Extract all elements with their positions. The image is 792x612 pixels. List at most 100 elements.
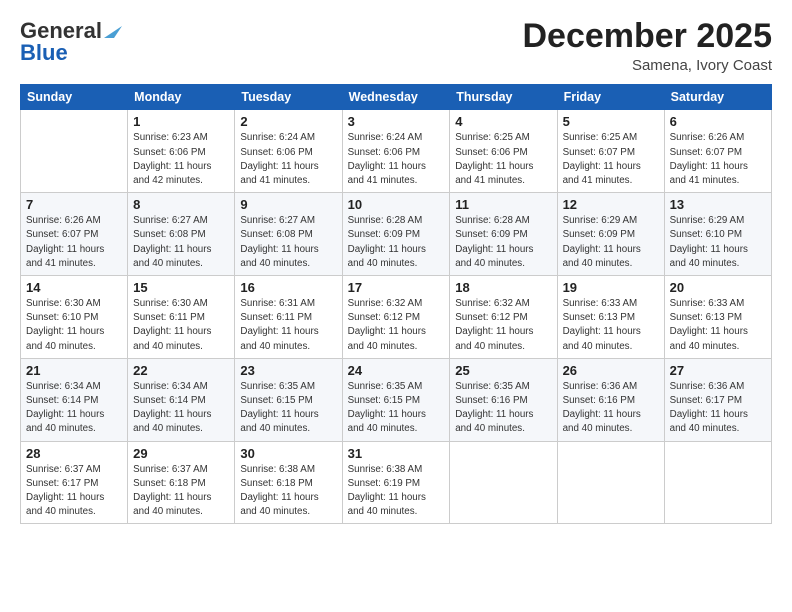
calendar-cell: 9 Sunrise: 6:27 AM Sunset: 6:08 PM Daylig… bbox=[235, 193, 342, 276]
calendar-cell: 8Sunrise: 6:27 AM Sunset: 6:08 PM Daylig… bbox=[128, 193, 235, 276]
calendar-cell: 11Sunrise: 6:28 AM Sunset: 6:09 PM Dayli… bbox=[450, 193, 557, 276]
calendar-cell: 26 Sunrise: 6:36 AM Sunset: 6:16 PM Dayli… bbox=[557, 358, 664, 441]
day-info: Sunrise: 6:25 AM Sunset: 6:07 PM Dayligh… bbox=[563, 131, 659, 188]
day-number: 22 bbox=[133, 363, 229, 378]
day-number: 24 bbox=[348, 363, 445, 378]
day-info: Sunrise: 6:26 AM Sunset: 6:07 PM Dayligh… bbox=[26, 214, 122, 271]
title-block: December 2025 Samena, Ivory Coast bbox=[522, 18, 772, 74]
day-number: 5 bbox=[563, 114, 659, 129]
day-number: 31 bbox=[348, 446, 445, 461]
day-info: Sunrise: 6:30 AM Sunset: 6:10 PM Dayligh… bbox=[26, 297, 122, 354]
calendar-cell: 2 Sunrise: 6:24 AM Sunset: 6:06 PM Daylig… bbox=[235, 110, 342, 193]
calendar-cell: 13Sunrise: 6:29 AM Sunset: 6:10 PM Dayli… bbox=[664, 193, 771, 276]
day-info: Sunrise: 6:34 AM Sunset: 6:14 PM Dayligh… bbox=[26, 380, 122, 437]
calendar-cell: 6 Sunrise: 6:26 AM Sunset: 6:07 PM Daylig… bbox=[664, 110, 771, 193]
day-info: Sunrise: 6:27 AM Sunset: 6:08 PM Dayligh… bbox=[133, 214, 229, 271]
day-number: 4 bbox=[455, 114, 551, 129]
calendar-cell: 10 Sunrise: 6:28 AM Sunset: 6:09 PM Dayli… bbox=[342, 193, 450, 276]
calendar-cell: 14 Sunrise: 6:30 AM Sunset: 6:10 PM Dayli… bbox=[21, 276, 128, 359]
day-number: 6 bbox=[670, 114, 766, 129]
day-info: Sunrise: 6:25 AM Sunset: 6:06 PM Dayligh… bbox=[455, 131, 551, 188]
calendar-cell: 30 Sunrise: 6:38 AM Sunset: 6:18 PM Dayli… bbox=[235, 441, 342, 524]
calendar-cell bbox=[21, 110, 128, 193]
calendar-cell: 7 Sunrise: 6:26 AM Sunset: 6:07 PM Daylig… bbox=[21, 193, 128, 276]
calendar-cell: 25 Sunrise: 6:35 AM Sunset: 6:16 PM Dayli… bbox=[450, 358, 557, 441]
calendar-cell: 19Sunrise: 6:33 AM Sunset: 6:13 PM Dayli… bbox=[557, 276, 664, 359]
day-info: Sunrise: 6:23 AM Sunset: 6:06 PM Dayligh… bbox=[133, 131, 229, 188]
day-info: Sunrise: 6:27 AM Sunset: 6:08 PM Dayligh… bbox=[240, 214, 336, 271]
day-number: 18 bbox=[455, 280, 551, 295]
month-title: December 2025 bbox=[522, 18, 772, 55]
calendar-cell: 28 Sunrise: 6:37 AM Sunset: 6:17 PM Dayli… bbox=[21, 441, 128, 524]
day-info: Sunrise: 6:33 AM Sunset: 6:13 PM Dayligh… bbox=[670, 297, 766, 354]
calendar-cell: 22 Sunrise: 6:34 AM Sunset: 6:14 PM Dayli… bbox=[128, 358, 235, 441]
day-info: Sunrise: 6:34 AM Sunset: 6:14 PM Dayligh… bbox=[133, 380, 229, 437]
week-row-1: 7 Sunrise: 6:26 AM Sunset: 6:07 PM Daylig… bbox=[21, 193, 772, 276]
calendar-cell: 24Sunrise: 6:35 AM Sunset: 6:15 PM Dayli… bbox=[342, 358, 450, 441]
week-row-2: 14 Sunrise: 6:30 AM Sunset: 6:10 PM Dayli… bbox=[21, 276, 772, 359]
day-number: 11 bbox=[455, 197, 551, 212]
calendar-cell: 1 Sunrise: 6:23 AM Sunset: 6:06 PM Daylig… bbox=[128, 110, 235, 193]
week-row-0: 1 Sunrise: 6:23 AM Sunset: 6:06 PM Daylig… bbox=[21, 110, 772, 193]
calendar-cell: 16 Sunrise: 6:31 AM Sunset: 6:11 PM Dayli… bbox=[235, 276, 342, 359]
location: Samena, Ivory Coast bbox=[522, 57, 772, 74]
day-number: 27 bbox=[670, 363, 766, 378]
day-info: Sunrise: 6:37 AM Sunset: 6:17 PM Dayligh… bbox=[26, 463, 122, 520]
calendar-cell: 20Sunrise: 6:33 AM Sunset: 6:13 PM Dayli… bbox=[664, 276, 771, 359]
calendar-cell: 21 Sunrise: 6:34 AM Sunset: 6:14 PM Dayli… bbox=[21, 358, 128, 441]
calendar: SundayMondayTuesdayWednesdayThursdayFrid… bbox=[20, 84, 772, 524]
day-number: 3 bbox=[348, 114, 445, 129]
day-number: 12 bbox=[563, 197, 659, 212]
week-row-3: 21 Sunrise: 6:34 AM Sunset: 6:14 PM Dayli… bbox=[21, 358, 772, 441]
day-number: 13 bbox=[670, 197, 766, 212]
day-info: Sunrise: 6:37 AM Sunset: 6:18 PM Dayligh… bbox=[133, 463, 229, 520]
header-wednesday: Wednesday bbox=[342, 85, 450, 110]
calendar-cell bbox=[664, 441, 771, 524]
day-number: 16 bbox=[240, 280, 336, 295]
calendar-cell: 15 Sunrise: 6:30 AM Sunset: 6:11 PM Dayli… bbox=[128, 276, 235, 359]
day-info: Sunrise: 6:28 AM Sunset: 6:09 PM Dayligh… bbox=[348, 214, 445, 271]
week-row-4: 28 Sunrise: 6:37 AM Sunset: 6:17 PM Dayli… bbox=[21, 441, 772, 524]
calendar-cell: 3Sunrise: 6:24 AM Sunset: 6:06 PM Daylig… bbox=[342, 110, 450, 193]
calendar-cell bbox=[450, 441, 557, 524]
day-number: 28 bbox=[26, 446, 122, 461]
day-info: Sunrise: 6:30 AM Sunset: 6:11 PM Dayligh… bbox=[133, 297, 229, 354]
day-number: 15 bbox=[133, 280, 229, 295]
logo-blue: Blue bbox=[20, 40, 68, 66]
day-info: Sunrise: 6:26 AM Sunset: 6:07 PM Dayligh… bbox=[670, 131, 766, 188]
day-info: Sunrise: 6:24 AM Sunset: 6:06 PM Dayligh… bbox=[240, 131, 336, 188]
calendar-cell: 4 Sunrise: 6:25 AM Sunset: 6:06 PM Daylig… bbox=[450, 110, 557, 193]
header-tuesday: Tuesday bbox=[235, 85, 342, 110]
calendar-cell: 5 Sunrise: 6:25 AM Sunset: 6:07 PM Daylig… bbox=[557, 110, 664, 193]
day-info: Sunrise: 6:38 AM Sunset: 6:19 PM Dayligh… bbox=[348, 463, 445, 520]
day-info: Sunrise: 6:32 AM Sunset: 6:12 PM Dayligh… bbox=[348, 297, 445, 354]
calendar-cell bbox=[557, 441, 664, 524]
day-info: Sunrise: 6:35 AM Sunset: 6:16 PM Dayligh… bbox=[455, 380, 551, 437]
day-number: 25 bbox=[455, 363, 551, 378]
day-number: 10 bbox=[348, 197, 445, 212]
day-number: 23 bbox=[240, 363, 336, 378]
header-monday: Monday bbox=[128, 85, 235, 110]
day-number: 2 bbox=[240, 114, 336, 129]
day-number: 21 bbox=[26, 363, 122, 378]
day-number: 29 bbox=[133, 446, 229, 461]
day-info: Sunrise: 6:29 AM Sunset: 6:09 PM Dayligh… bbox=[563, 214, 659, 271]
day-number: 14 bbox=[26, 280, 122, 295]
day-number: 9 bbox=[240, 197, 336, 212]
header-thursday: Thursday bbox=[450, 85, 557, 110]
calendar-cell: 23Sunrise: 6:35 AM Sunset: 6:15 PM Dayli… bbox=[235, 358, 342, 441]
day-number: 19 bbox=[563, 280, 659, 295]
day-number: 26 bbox=[563, 363, 659, 378]
calendar-cell: 17Sunrise: 6:32 AM Sunset: 6:12 PM Dayli… bbox=[342, 276, 450, 359]
calendar-cell: 18Sunrise: 6:32 AM Sunset: 6:12 PM Dayli… bbox=[450, 276, 557, 359]
day-number: 7 bbox=[26, 197, 122, 212]
header: General Blue December 2025 Samena, Ivory… bbox=[20, 18, 772, 74]
day-info: Sunrise: 6:31 AM Sunset: 6:11 PM Dayligh… bbox=[240, 297, 336, 354]
calendar-header-row: SundayMondayTuesdayWednesdayThursdayFrid… bbox=[21, 85, 772, 110]
calendar-cell: 12 Sunrise: 6:29 AM Sunset: 6:09 PM Dayli… bbox=[557, 193, 664, 276]
day-number: 1 bbox=[133, 114, 229, 129]
day-info: Sunrise: 6:38 AM Sunset: 6:18 PM Dayligh… bbox=[240, 463, 336, 520]
day-info: Sunrise: 6:36 AM Sunset: 6:16 PM Dayligh… bbox=[563, 380, 659, 437]
day-number: 30 bbox=[240, 446, 336, 461]
page: General Blue December 2025 Samena, Ivory… bbox=[0, 0, 792, 612]
